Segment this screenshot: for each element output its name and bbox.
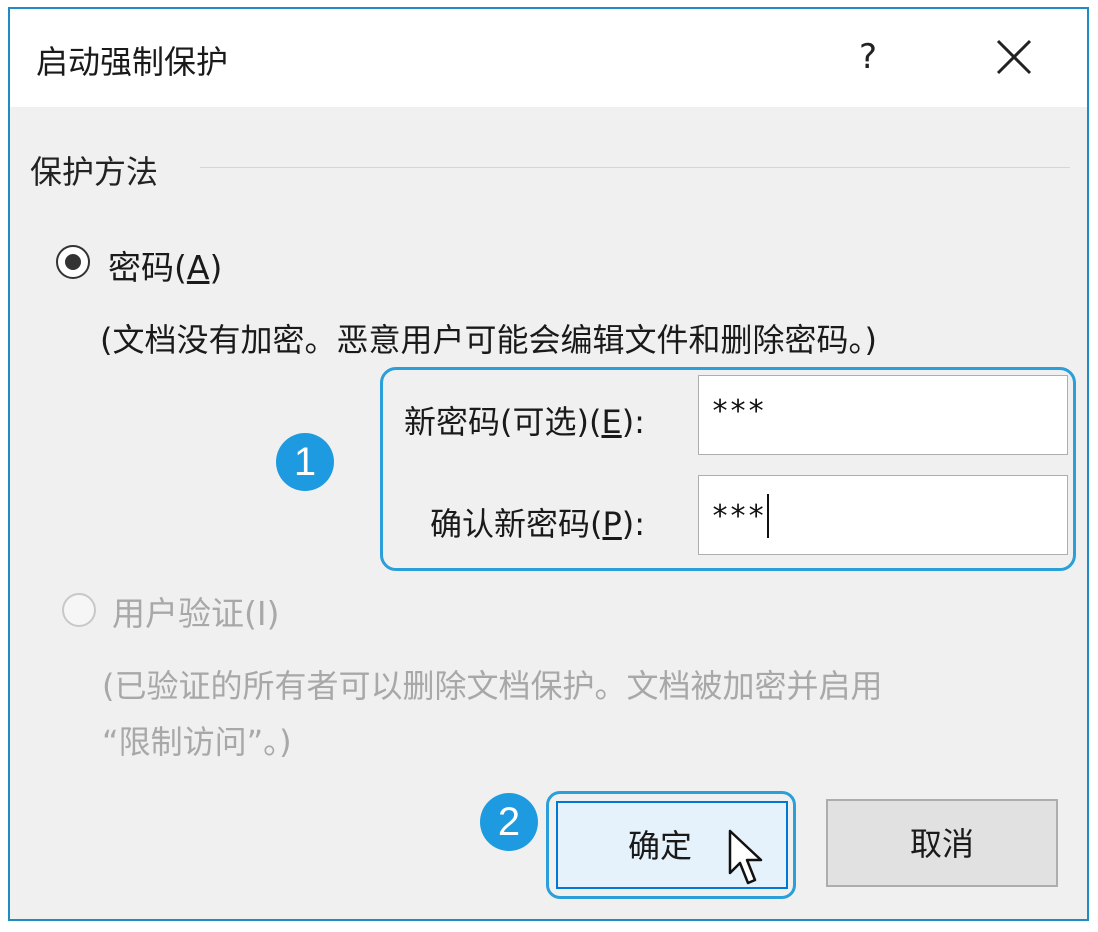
password-description: (文档没有加密。恶意用户可能会编辑文件和删除密码。) xyxy=(100,321,877,359)
close-button[interactable] xyxy=(988,31,1040,83)
title-bar: 启动强制保护 ? xyxy=(10,9,1087,107)
step-2-badge: 2 xyxy=(480,793,538,851)
new-password-input[interactable]: *** xyxy=(698,375,1068,455)
cancel-button[interactable]: 取消 xyxy=(826,799,1058,887)
user-authentication-description-line1: (已验证的所有者可以删除文档保护。文档被加密并启用 xyxy=(102,667,883,705)
section-divider xyxy=(200,167,1070,168)
step-1-badge: 1 xyxy=(276,433,334,491)
help-button[interactable]: ? xyxy=(846,33,890,81)
new-password-label: 新密码(可选)(E): xyxy=(404,403,645,441)
user-authentication-label: 用户验证(I) xyxy=(112,594,280,633)
user-authentication-description-line2: “限制访问”。) xyxy=(102,723,292,761)
user-authentication-radio xyxy=(62,593,96,627)
password-radio-label[interactable]: 密码(A) xyxy=(108,241,222,289)
text-caret xyxy=(767,494,770,538)
mouse-pointer-icon xyxy=(728,829,763,885)
protection-method-label: 保护方法 xyxy=(30,153,159,191)
confirm-password-label: 确认新密码(P): xyxy=(430,505,646,543)
dialog-title: 启动强制保护 xyxy=(36,43,229,81)
start-enforcing-protection-dialog: 启动强制保护 ? 保护方法 密码(A) (文档没有加密。恶意用户可能会编辑文件和… xyxy=(8,7,1089,921)
close-icon xyxy=(996,39,1032,75)
confirm-password-input[interactable]: *** xyxy=(698,475,1068,555)
password-radio[interactable] xyxy=(56,245,90,279)
